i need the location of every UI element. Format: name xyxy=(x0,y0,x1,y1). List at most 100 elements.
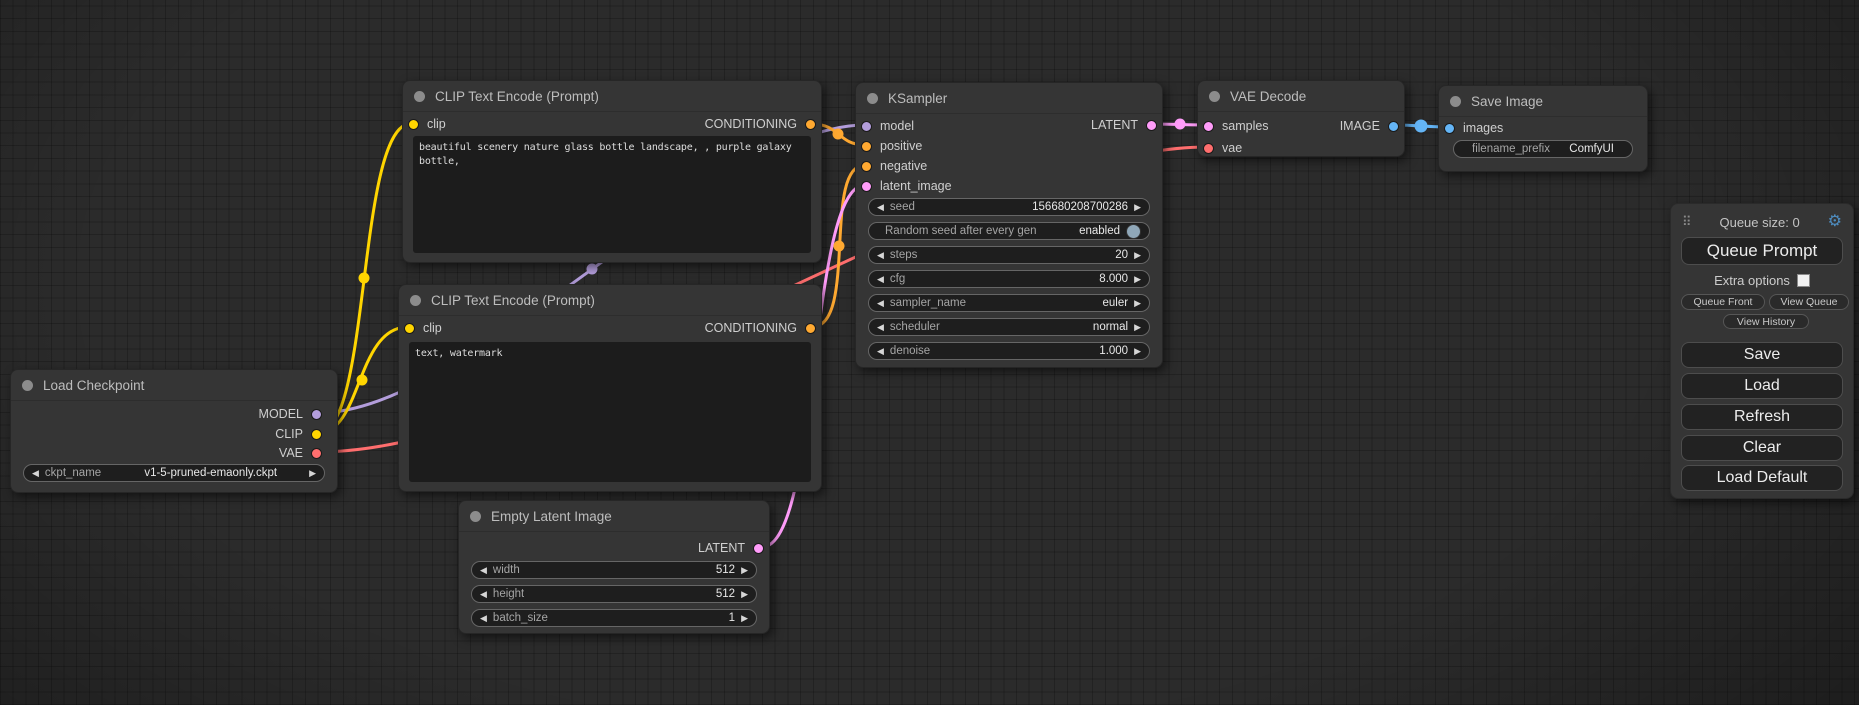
node-load-checkpoint[interactable]: Load Checkpoint MODEL CLIP VAE ◀ ckpt_na… xyxy=(10,369,338,493)
batch-size-widget[interactable]: ◀ batch_size 1 ▶ xyxy=(471,609,757,627)
collapse-dot-icon[interactable] xyxy=(470,511,481,522)
increment-arrow-icon[interactable]: ▶ xyxy=(741,614,748,623)
denoise-widget[interactable]: ◀ denoise 1.000 ▶ xyxy=(868,342,1150,360)
clip-port-dot[interactable] xyxy=(311,429,322,440)
decrement-arrow-icon[interactable]: ◀ xyxy=(480,566,487,575)
steps-widget[interactable]: ◀ steps 20 ▶ xyxy=(868,246,1150,264)
negative-input-port[interactable]: negative xyxy=(861,157,927,175)
height-widget[interactable]: ◀ height 512 ▶ xyxy=(471,585,757,603)
random-seed-toggle-widget[interactable]: Random seed after every gen enabled xyxy=(868,222,1150,240)
node-title-bar[interactable]: Load Checkpoint xyxy=(11,370,337,401)
settings-gear-icon[interactable]: ⚙ xyxy=(1828,214,1842,230)
cfg-widget[interactable]: ◀ cfg 8.000 ▶ xyxy=(868,270,1150,288)
decrement-arrow-icon[interactable]: ◀ xyxy=(877,203,884,212)
model-input-port[interactable]: model xyxy=(861,117,914,135)
queue-front-button[interactable]: Queue Front xyxy=(1681,294,1765,310)
collapse-dot-icon[interactable] xyxy=(1209,91,1220,102)
increment-arrow-icon[interactable]: ▶ xyxy=(1134,203,1141,212)
increment-arrow-icon[interactable]: ▶ xyxy=(1134,323,1141,332)
increment-arrow-icon[interactable]: ▶ xyxy=(309,469,316,478)
conditioning-output-port[interactable]: CONDITIONING xyxy=(705,319,816,337)
collapse-dot-icon[interactable] xyxy=(410,295,421,306)
collapse-dot-icon[interactable] xyxy=(22,380,33,391)
decrement-arrow-icon[interactable]: ◀ xyxy=(877,323,884,332)
load-default-button[interactable]: Load Default xyxy=(1681,465,1843,491)
decrement-arrow-icon[interactable]: ◀ xyxy=(877,347,884,356)
clip-input-port[interactable]: clip xyxy=(408,115,446,133)
load-button[interactable]: Load xyxy=(1681,373,1843,399)
node-title-bar[interactable]: VAE Decode xyxy=(1198,81,1404,112)
refresh-button[interactable]: Refresh xyxy=(1681,404,1843,430)
ckpt-name-widget[interactable]: ◀ ckpt_name v1-5-pruned-emaonly.ckpt ▶ xyxy=(23,464,325,482)
collapse-dot-icon[interactable] xyxy=(867,93,878,104)
node-ksampler[interactable]: KSampler model positive negative latent_… xyxy=(855,82,1163,368)
clear-button[interactable]: Clear xyxy=(1681,435,1843,461)
node-title-bar[interactable]: Empty Latent Image xyxy=(459,501,769,532)
save-button[interactable]: Save xyxy=(1681,342,1843,368)
vae-port-dot[interactable] xyxy=(311,448,322,459)
clip-port-dot[interactable] xyxy=(408,119,419,130)
latent-output-port[interactable]: LATENT xyxy=(1091,116,1157,134)
comfyui-canvas[interactable]: { "colors": { "model": "#B39DDB", "clip"… xyxy=(0,0,1859,705)
model-port-dot[interactable] xyxy=(311,409,322,420)
filename-prefix-widget[interactable]: filename_prefix ComfyUI xyxy=(1453,140,1633,158)
node-title-bar[interactable]: CLIP Text Encode (Prompt) xyxy=(403,81,821,112)
increment-arrow-icon[interactable]: ▶ xyxy=(1134,251,1141,260)
view-queue-button[interactable]: View Queue xyxy=(1769,294,1849,310)
node-clip-text-encode-positive[interactable]: CLIP Text Encode (Prompt) clip CONDITION… xyxy=(402,80,822,263)
decrement-arrow-icon[interactable]: ◀ xyxy=(877,275,884,284)
vae-port-dot[interactable] xyxy=(1203,143,1214,154)
decrement-arrow-icon[interactable]: ◀ xyxy=(480,614,487,623)
latent-image-input-port[interactable]: latent_image xyxy=(861,177,952,195)
image-port-dot[interactable] xyxy=(1388,121,1399,132)
conditioning-port-dot[interactable] xyxy=(861,161,872,172)
vae-input-port[interactable]: vae xyxy=(1203,139,1242,157)
drag-handle-icon[interactable]: ⠿ xyxy=(1682,214,1692,230)
images-input-port[interactable]: images xyxy=(1444,119,1503,137)
negative-prompt-textarea[interactable]: text, watermark xyxy=(409,342,811,482)
node-vae-decode[interactable]: VAE Decode samples vae IMAGE xyxy=(1197,80,1405,157)
clip-input-port[interactable]: clip xyxy=(404,319,442,337)
model-output-port[interactable]: MODEL xyxy=(259,405,322,423)
conditioning-port-dot[interactable] xyxy=(805,119,816,130)
samples-input-port[interactable]: samples xyxy=(1203,117,1269,135)
latent-output-port[interactable]: LATENT xyxy=(698,539,764,557)
queue-prompt-button[interactable]: Queue Prompt xyxy=(1681,237,1843,265)
collapse-dot-icon[interactable] xyxy=(414,91,425,102)
node-title-bar[interactable]: CLIP Text Encode (Prompt) xyxy=(399,285,821,316)
increment-arrow-icon[interactable]: ▶ xyxy=(1134,299,1141,308)
latent-port-dot[interactable] xyxy=(861,181,872,192)
latent-port-dot[interactable] xyxy=(1203,121,1214,132)
extra-options-checkbox[interactable] xyxy=(1797,274,1810,287)
node-title-bar[interactable]: Save Image xyxy=(1439,86,1647,117)
positive-input-port[interactable]: positive xyxy=(861,137,922,155)
view-history-button[interactable]: View History xyxy=(1723,314,1809,329)
node-title-bar[interactable]: KSampler xyxy=(856,83,1162,114)
node-save-image[interactable]: Save Image images filename_prefix ComfyU… xyxy=(1438,85,1648,172)
seed-widget[interactable]: ◀ seed 156680208700286 ▶ xyxy=(868,198,1150,216)
latent-port-dot[interactable] xyxy=(1146,120,1157,131)
node-clip-text-encode-negative[interactable]: CLIP Text Encode (Prompt) clip CONDITION… xyxy=(398,284,822,492)
conditioning-port-dot[interactable] xyxy=(805,323,816,334)
image-port-dot[interactable] xyxy=(1444,123,1455,134)
increment-arrow-icon[interactable]: ▶ xyxy=(741,590,748,599)
toggle-knob[interactable] xyxy=(1126,224,1141,239)
increment-arrow-icon[interactable]: ▶ xyxy=(1134,275,1141,284)
increment-arrow-icon[interactable]: ▶ xyxy=(741,566,748,575)
queue-menu-panel[interactable]: ⠿ Queue size: 0 ⚙ Queue Prompt Extra opt… xyxy=(1670,203,1854,499)
collapse-dot-icon[interactable] xyxy=(1450,96,1461,107)
positive-prompt-textarea[interactable]: beautiful scenery nature glass bottle la… xyxy=(413,136,811,253)
image-output-port[interactable]: IMAGE xyxy=(1340,117,1399,135)
conditioning-output-port[interactable]: CONDITIONING xyxy=(705,115,816,133)
node-empty-latent-image[interactable]: Empty Latent Image LATENT ◀ width 512 ▶ … xyxy=(458,500,770,634)
clip-port-dot[interactable] xyxy=(404,323,415,334)
conditioning-port-dot[interactable] xyxy=(861,141,872,152)
decrement-arrow-icon[interactable]: ◀ xyxy=(877,299,884,308)
clip-output-port[interactable]: CLIP xyxy=(275,425,322,443)
vae-output-port[interactable]: VAE xyxy=(279,444,322,462)
width-widget[interactable]: ◀ width 512 ▶ xyxy=(471,561,757,579)
sampler-name-widget[interactable]: ◀ sampler_name euler ▶ xyxy=(868,294,1150,312)
latent-port-dot[interactable] xyxy=(753,543,764,554)
decrement-arrow-icon[interactable]: ◀ xyxy=(877,251,884,260)
decrement-arrow-icon[interactable]: ◀ xyxy=(32,469,39,478)
